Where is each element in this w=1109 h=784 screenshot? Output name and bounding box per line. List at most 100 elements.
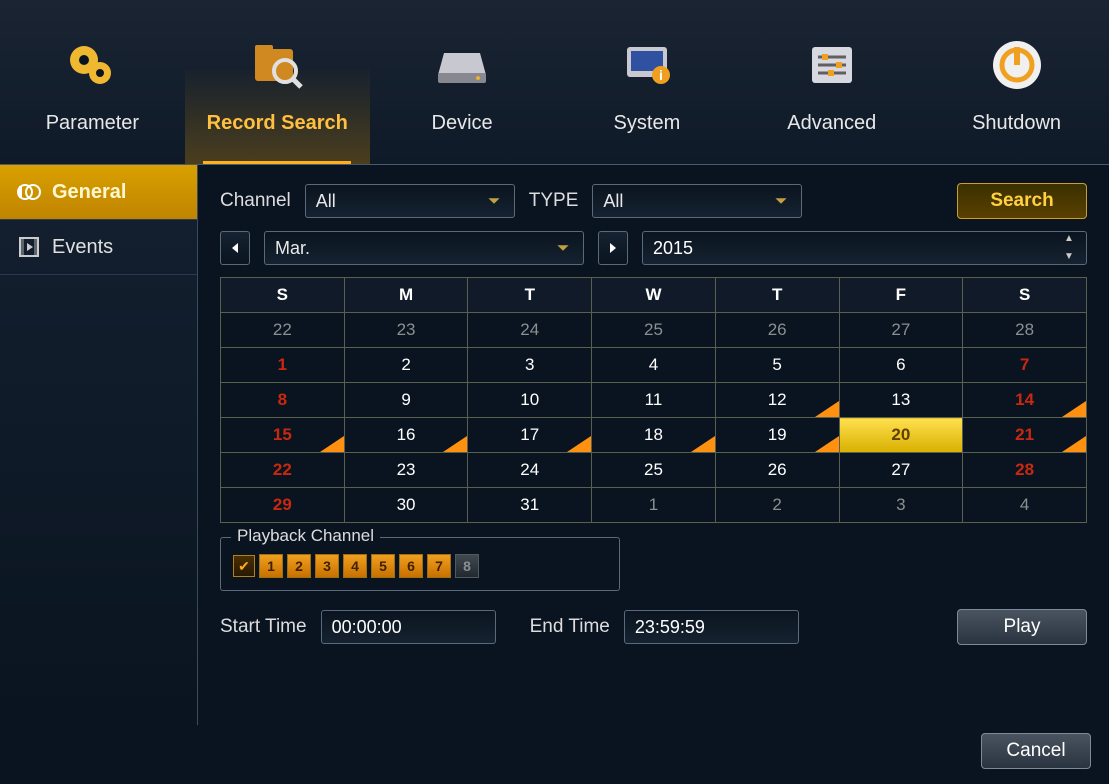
chevron-down-icon <box>771 191 791 211</box>
topnav-record-search[interactable]: Record Search <box>185 0 370 164</box>
channel-dropdown[interactable]: All <box>305 184 515 218</box>
calendar-day[interactable]: 2 <box>344 348 468 383</box>
calendar-day[interactable]: 5 <box>715 348 839 383</box>
playback-channel-1[interactable]: 1 <box>259 554 283 578</box>
calendar-dow: M <box>344 278 468 313</box>
topnav-system[interactable]: i System <box>554 0 739 164</box>
playback-legend: Playback Channel <box>231 526 380 546</box>
cancel-button[interactable]: Cancel <box>981 733 1091 769</box>
calendar-day[interactable]: 8 <box>221 383 345 418</box>
monitor-info-icon: i <box>612 30 682 100</box>
year-down-button[interactable]: ▼ <box>1064 252 1080 262</box>
playback-select-all-checkbox[interactable]: ✔ <box>233 555 255 577</box>
playback-channel-5[interactable]: 5 <box>371 554 395 578</box>
calendar-day[interactable]: 15 <box>221 418 345 453</box>
chevron-down-icon <box>484 191 504 211</box>
calendar-day[interactable]: 27 <box>839 313 963 348</box>
calendar-day[interactable]: 1 <box>592 488 716 523</box>
calendar-day[interactable]: 2 <box>715 488 839 523</box>
calendar-day[interactable]: 17 <box>468 418 592 453</box>
sliders-icon <box>797 30 867 100</box>
calendar-day[interactable]: 3 <box>839 488 963 523</box>
gears-icon <box>57 30 127 100</box>
prev-month-button[interactable] <box>220 231 250 265</box>
calendar-day[interactable]: 7 <box>963 348 1087 383</box>
calendar-day[interactable]: 20 <box>839 418 963 453</box>
calendar-day[interactable]: 13 <box>839 383 963 418</box>
calendar-day[interactable]: 22 <box>221 453 345 488</box>
topnav-device[interactable]: Device <box>370 0 555 164</box>
side-nav: General Events <box>0 165 198 725</box>
calendar-day[interactable]: 29 <box>221 488 345 523</box>
calendar-day[interactable]: 3 <box>468 348 592 383</box>
topnav-advanced[interactable]: Advanced <box>739 0 924 164</box>
calendar-dow: F <box>839 278 963 313</box>
year-spinner[interactable]: 2015 ▲ ▼ <box>642 231 1087 265</box>
calendar-day[interactable]: 25 <box>592 313 716 348</box>
playback-channel-4[interactable]: 4 <box>343 554 367 578</box>
calendar-day[interactable]: 4 <box>963 488 1087 523</box>
calendar-day[interactable]: 28 <box>963 453 1087 488</box>
calendar-day[interactable]: 23 <box>344 313 468 348</box>
sidenav-label: General <box>52 181 126 204</box>
calendar-day[interactable]: 27 <box>839 453 963 488</box>
calendar-day[interactable]: 12 <box>715 383 839 418</box>
calendar-day[interactable]: 23 <box>344 453 468 488</box>
end-time-input[interactable] <box>624 610 799 644</box>
calendar-day[interactable]: 14 <box>963 383 1087 418</box>
topnav-shutdown[interactable]: Shutdown <box>924 0 1109 164</box>
events-icon <box>16 234 42 260</box>
type-dropdown[interactable]: All <box>592 184 802 218</box>
calendar-day[interactable]: 31 <box>468 488 592 523</box>
calendar-day[interactable]: 6 <box>839 348 963 383</box>
general-icon <box>16 179 42 205</box>
playback-channel-2[interactable]: 2 <box>287 554 311 578</box>
sidenav-label: Events <box>52 236 113 259</box>
playback-channel-6[interactable]: 6 <box>399 554 423 578</box>
topnav-parameter[interactable]: Parameter <box>0 0 185 164</box>
year-value: 2015 <box>653 238 693 259</box>
calendar-day[interactable]: 21 <box>963 418 1087 453</box>
nav-label: Device <box>432 112 493 135</box>
nav-label: System <box>614 112 681 135</box>
sidenav-events[interactable]: Events <box>0 220 197 275</box>
calendar-day[interactable]: 19 <box>715 418 839 453</box>
playback-channel-group: Playback Channel ✔12345678 <box>220 537 620 591</box>
nav-label: Shutdown <box>972 112 1061 135</box>
channel-value: All <box>316 191 336 212</box>
end-time-label: End Time <box>530 616 610 638</box>
month-dropdown[interactable]: Mar. <box>264 231 584 265</box>
nav-label: Advanced <box>787 112 876 135</box>
calendar-day[interactable]: 26 <box>715 453 839 488</box>
next-month-button[interactable] <box>598 231 628 265</box>
calendar: SMTWTFS 22232425262728123456789101112131… <box>220 277 1087 523</box>
calendar-dow: T <box>468 278 592 313</box>
calendar-day[interactable]: 26 <box>715 313 839 348</box>
play-button[interactable]: Play <box>957 609 1087 645</box>
calendar-day[interactable]: 24 <box>468 313 592 348</box>
sidenav-general[interactable]: General <box>0 165 197 220</box>
calendar-dow: S <box>963 278 1087 313</box>
playback-channel-7[interactable]: 7 <box>427 554 451 578</box>
calendar-day[interactable]: 25 <box>592 453 716 488</box>
channel-label: Channel <box>220 190 291 212</box>
calendar-day[interactable]: 16 <box>344 418 468 453</box>
calendar-day[interactable]: 4 <box>592 348 716 383</box>
calendar-day[interactable]: 30 <box>344 488 468 523</box>
calendar-day[interactable]: 10 <box>468 383 592 418</box>
calendar-day[interactable]: 24 <box>468 453 592 488</box>
calendar-day[interactable]: 22 <box>221 313 345 348</box>
calendar-day[interactable]: 18 <box>592 418 716 453</box>
calendar-day[interactable]: 1 <box>221 348 345 383</box>
calendar-day[interactable]: 9 <box>344 383 468 418</box>
year-up-button[interactable]: ▲ <box>1064 234 1080 244</box>
calendar-day[interactable]: 28 <box>963 313 1087 348</box>
playback-channel-8[interactable]: 8 <box>455 554 479 578</box>
calendar-dow: T <box>715 278 839 313</box>
calendar-day[interactable]: 11 <box>592 383 716 418</box>
playback-channel-3[interactable]: 3 <box>315 554 339 578</box>
top-nav: ParameterRecord Search Device i System Advan… <box>0 0 1109 165</box>
start-time-input[interactable] <box>321 610 496 644</box>
drive-icon <box>427 30 497 100</box>
search-button[interactable]: Search <box>957 183 1087 219</box>
